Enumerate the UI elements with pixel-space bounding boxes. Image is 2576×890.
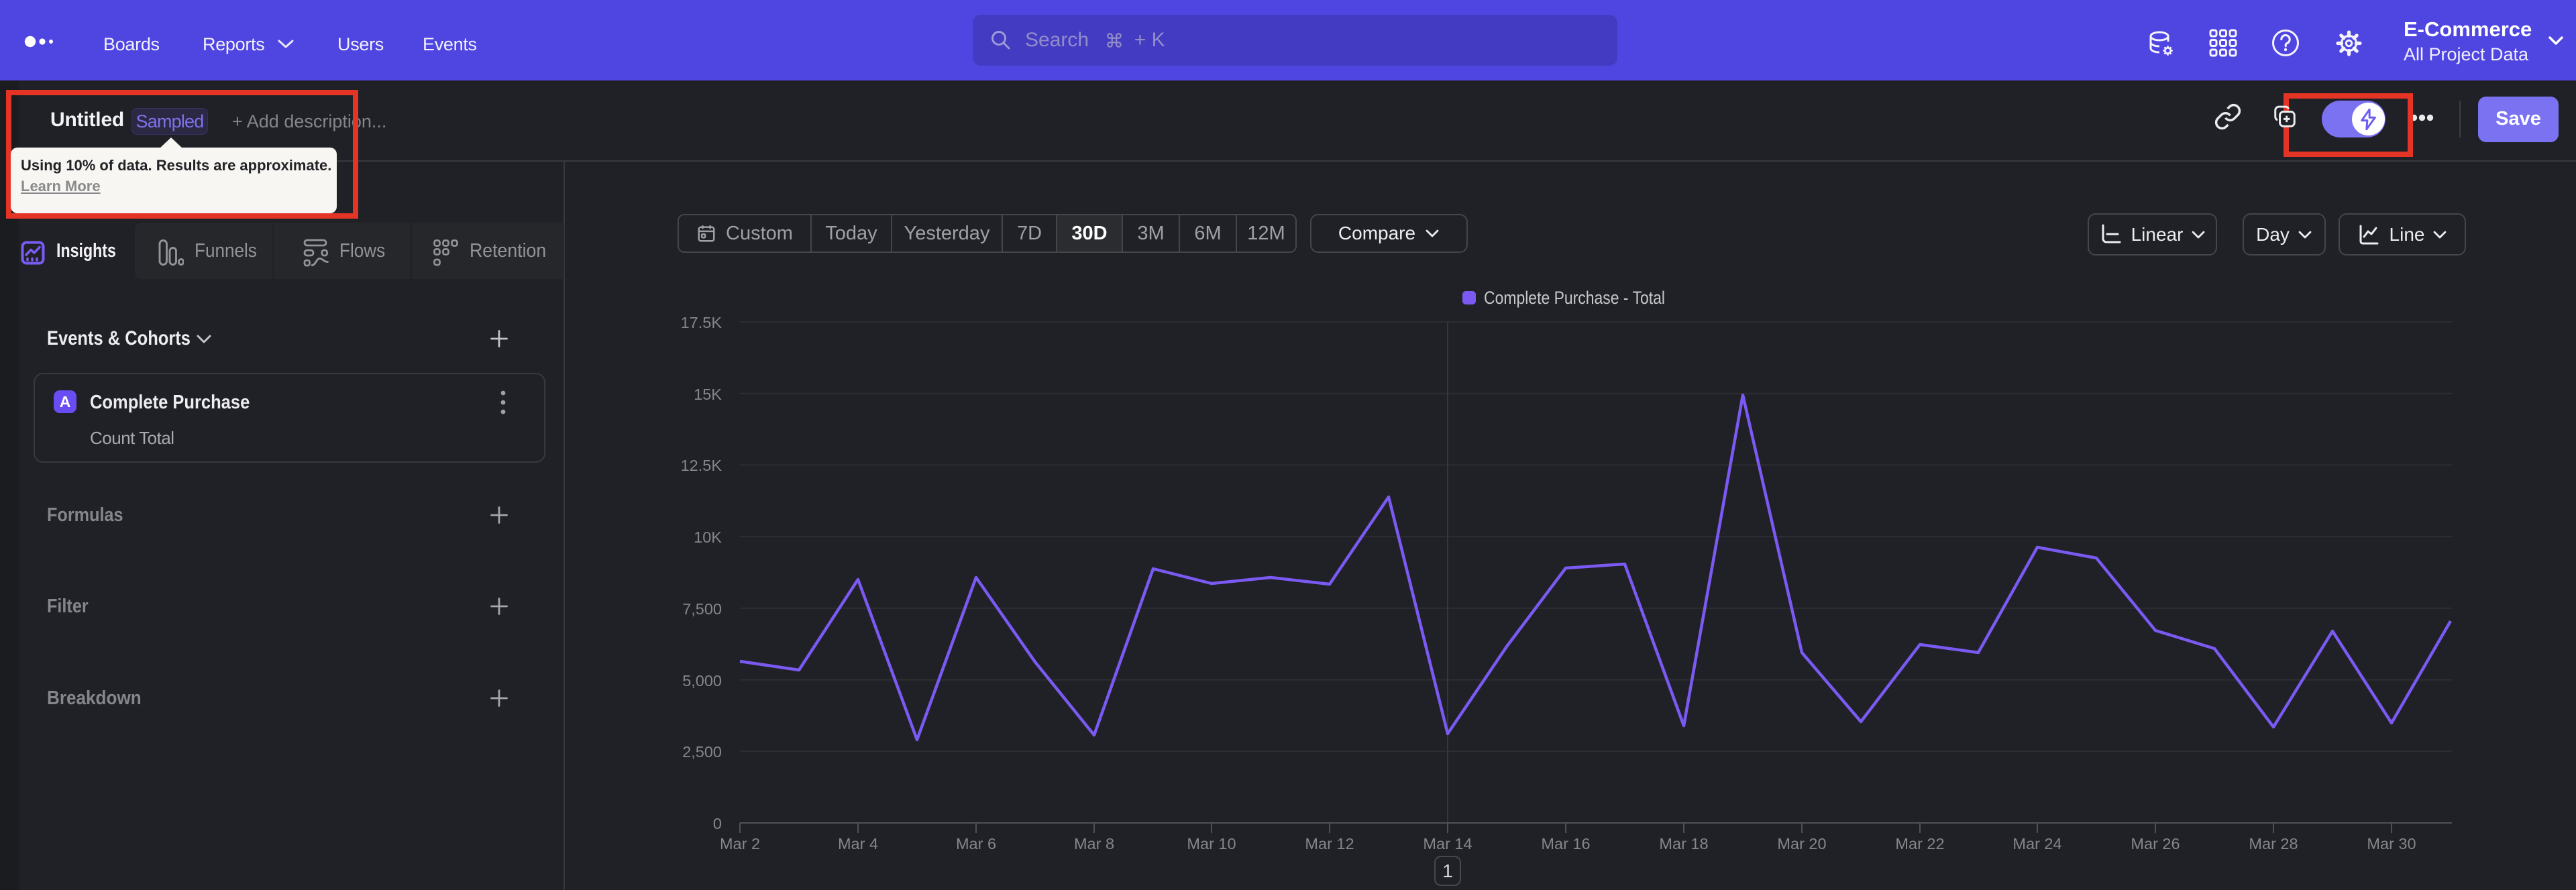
svg-text:Mar 14: Mar 14 — [1423, 835, 1472, 852]
svg-text:Mar 4: Mar 4 — [838, 835, 878, 852]
svg-text:10K: 10K — [694, 529, 722, 546]
svg-text:Mar 30: Mar 30 — [2367, 835, 2416, 852]
svg-text:Mar 28: Mar 28 — [2249, 835, 2298, 852]
svg-text:Mar 22: Mar 22 — [1895, 835, 1944, 852]
svg-text:Mar 26: Mar 26 — [2131, 835, 2180, 852]
svg-text:15K: 15K — [694, 386, 722, 403]
svg-text:Mar 10: Mar 10 — [1187, 835, 1236, 852]
svg-text:7,500: 7,500 — [682, 600, 722, 618]
svg-text:17.5K: 17.5K — [681, 314, 722, 331]
svg-text:Mar 24: Mar 24 — [2012, 835, 2061, 852]
svg-text:Mar 12: Mar 12 — [1305, 835, 1354, 852]
svg-text:Mar 8: Mar 8 — [1074, 835, 1114, 852]
svg-text:Mar 20: Mar 20 — [1777, 835, 1826, 852]
svg-text:5,000: 5,000 — [682, 672, 722, 689]
svg-text:0: 0 — [713, 815, 722, 832]
svg-text:Mar 6: Mar 6 — [956, 835, 996, 852]
svg-text:Complete Purchase - Total: Complete Purchase - Total — [1484, 288, 1665, 308]
svg-text:Mar 2: Mar 2 — [720, 835, 760, 852]
svg-text:Mar 16: Mar 16 — [1541, 835, 1590, 852]
svg-text:Mar 18: Mar 18 — [1659, 835, 1708, 852]
svg-text:2,500: 2,500 — [682, 743, 722, 761]
svg-text:12.5K: 12.5K — [681, 457, 722, 474]
